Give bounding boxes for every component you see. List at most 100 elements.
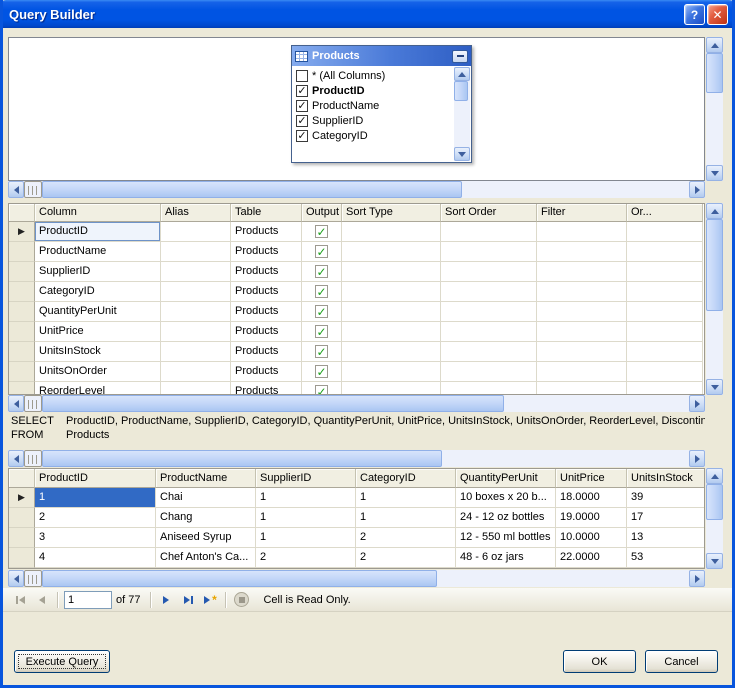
cell-or[interactable] — [627, 302, 703, 322]
scrollbar-thumb[interactable] — [42, 450, 442, 467]
cell-output[interactable]: ✓ — [302, 222, 342, 242]
cell-table[interactable]: Products — [231, 382, 302, 395]
header-unitprice[interactable]: UnitPrice — [556, 469, 627, 488]
cell-alias[interactable] — [161, 262, 231, 282]
cell-unitsinstock[interactable]: 17 — [627, 508, 704, 528]
row-selector[interactable] — [9, 242, 35, 262]
header-categoryid[interactable]: CategoryID — [356, 469, 456, 488]
row-selector[interactable] — [9, 322, 35, 342]
scroll-left-button[interactable] — [8, 570, 24, 587]
corner-header[interactable] — [9, 204, 35, 222]
cell-sort-type[interactable] — [342, 262, 441, 282]
cell-quantityperunit[interactable]: 10 boxes x 20 b... — [456, 488, 556, 508]
move-last-button[interactable] — [177, 590, 199, 610]
cell-supplierid[interactable]: 2 — [256, 548, 356, 568]
cell-or[interactable] — [627, 242, 703, 262]
scrollbar-thumb[interactable] — [42, 395, 504, 412]
close-button[interactable]: ✕ — [707, 4, 728, 25]
cell-sort-type[interactable] — [342, 362, 441, 382]
cell-unitprice[interactable]: 18.0000 — [556, 488, 627, 508]
cell-alias[interactable] — [161, 302, 231, 322]
scrollbar-track[interactable] — [42, 181, 689, 198]
scroll-down-button[interactable] — [706, 165, 723, 181]
scroll-left-button[interactable] — [8, 181, 24, 198]
column-checkbox[interactable]: ✓ — [296, 70, 308, 82]
header-sort-order[interactable]: Sort Order — [441, 204, 537, 222]
cell-sort-type[interactable] — [342, 282, 441, 302]
cell-sort-order[interactable] — [441, 362, 537, 382]
move-next-button[interactable] — [155, 590, 177, 610]
cell-alias[interactable] — [161, 322, 231, 342]
row-selector[interactable] — [9, 362, 35, 382]
scroll-down-button[interactable] — [706, 379, 723, 395]
scrollbar-thumb[interactable] — [706, 53, 723, 93]
cell-output[interactable]: ✓ — [302, 282, 342, 302]
cell-productname[interactable]: Chang — [156, 508, 256, 528]
column-checkbox[interactable]: ✓ — [296, 100, 308, 112]
scroll-up-button[interactable] — [706, 468, 723, 484]
scrollbar-track[interactable] — [42, 395, 689, 412]
scrollbar-thumb[interactable] — [42, 181, 462, 198]
cell-column[interactable]: UnitsInStock — [35, 342, 161, 362]
cell-column[interactable]: SupplierID — [35, 262, 161, 282]
criteria-horizontal-scrollbar[interactable] — [8, 395, 705, 412]
cell-alias[interactable] — [161, 342, 231, 362]
scroll-up-button[interactable] — [706, 37, 723, 53]
cell-output[interactable]: ✓ — [302, 242, 342, 262]
cell-filter[interactable] — [537, 282, 627, 302]
header-output[interactable]: Output — [302, 204, 342, 222]
cell-table[interactable]: Products — [231, 222, 302, 242]
column-checkbox[interactable]: ✓ — [296, 85, 308, 97]
row-selector[interactable]: ▶ — [9, 488, 35, 508]
cell-output[interactable]: ✓ — [302, 302, 342, 322]
cell-productid[interactable]: 1 — [35, 488, 156, 508]
cell-or[interactable] — [627, 382, 703, 395]
header-alias[interactable]: Alias — [161, 204, 231, 222]
cell-table[interactable]: Products — [231, 282, 302, 302]
scrollbar-thumb[interactable] — [42, 570, 437, 587]
cell-column[interactable]: QuantityPerUnit — [35, 302, 161, 322]
add-new-button[interactable]: * — [199, 590, 221, 610]
cell-unitsinstock[interactable]: 39 — [627, 488, 704, 508]
corner-header[interactable] — [9, 469, 35, 488]
table-column-item[interactable]: ✓ ProductID — [292, 83, 471, 98]
row-selector[interactable] — [9, 342, 35, 362]
cell-sort-order[interactable] — [441, 342, 537, 362]
header-supplierid[interactable]: SupplierID — [256, 469, 356, 488]
cell-sort-type[interactable] — [342, 342, 441, 362]
cell-filter[interactable] — [537, 222, 627, 242]
row-selector[interactable] — [9, 262, 35, 282]
output-checkbox[interactable]: ✓ — [315, 285, 328, 298]
scroll-down-button[interactable] — [706, 553, 723, 569]
cell-or[interactable] — [627, 282, 703, 302]
output-checkbox[interactable]: ✓ — [315, 265, 328, 278]
cell-quantityperunit[interactable]: 12 - 550 ml bottles — [456, 528, 556, 548]
scroll-right-button[interactable] — [689, 395, 705, 412]
cell-table[interactable]: Products — [231, 362, 302, 382]
pane-splitter-handle[interactable] — [24, 395, 42, 412]
cell-sort-type[interactable] — [342, 382, 441, 395]
cell-sort-order[interactable] — [441, 282, 537, 302]
cell-table[interactable]: Products — [231, 302, 302, 322]
cell-unitprice[interactable]: 22.0000 — [556, 548, 627, 568]
scroll-right-button[interactable] — [689, 181, 705, 198]
help-button[interactable]: ? — [684, 4, 705, 25]
output-checkbox[interactable]: ✓ — [315, 305, 328, 318]
sql-horizontal-scrollbar[interactable] — [8, 450, 705, 467]
column-checkbox[interactable]: ✓ — [296, 130, 308, 142]
criteria-vertical-scrollbar[interactable] — [706, 203, 723, 395]
move-first-button[interactable] — [9, 590, 31, 610]
scroll-right-button[interactable] — [689, 570, 705, 587]
minimize-icon[interactable] — [452, 50, 468, 63]
scroll-left-button[interactable] — [8, 395, 24, 412]
output-checkbox[interactable]: ✓ — [315, 385, 328, 395]
cell-sort-order[interactable] — [441, 242, 537, 262]
cell-filter[interactable] — [537, 342, 627, 362]
cell-categoryid[interactable]: 2 — [356, 548, 456, 568]
output-checkbox[interactable]: ✓ — [315, 225, 328, 238]
cell-sort-order[interactable] — [441, 382, 537, 395]
cell-output[interactable]: ✓ — [302, 322, 342, 342]
header-sort-type[interactable]: Sort Type — [342, 204, 441, 222]
cell-or[interactable] — [627, 362, 703, 382]
scrollbar-track[interactable] — [454, 81, 470, 147]
